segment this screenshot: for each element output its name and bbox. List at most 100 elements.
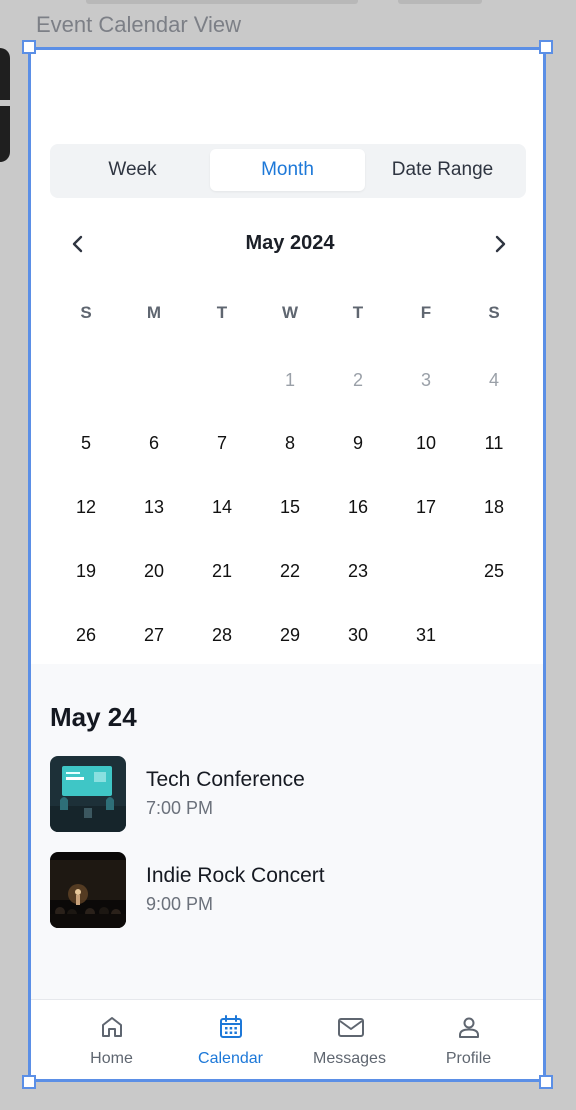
calendar-day-number: 16	[347, 497, 369, 517]
calendar-day-number: 13	[143, 497, 165, 517]
tab-month[interactable]: Month	[210, 149, 365, 191]
calendar-day[interactable]: 1	[256, 360, 324, 400]
calendar-day-number: 1	[284, 370, 295, 390]
weekday-header: M	[146, 303, 162, 322]
weekday-header: F	[420, 303, 432, 322]
calendar-day-number: 23	[347, 561, 369, 581]
calendar-day-number: 18	[483, 497, 505, 517]
user-icon	[459, 1017, 479, 1038]
calendar-day[interactable]: 5	[52, 423, 120, 463]
calendar-day[interactable]: 25	[460, 551, 528, 591]
calendar-day[interactable]: 16	[324, 487, 392, 527]
background-toolbar	[86, 0, 358, 4]
calendar-day-number: 3	[420, 370, 431, 390]
calendar-day-number: 21	[211, 561, 233, 581]
calendar-day-number: 22	[279, 561, 301, 581]
event-time: 7:00 PM	[146, 798, 214, 818]
resize-handle-bottom-left[interactable]	[22, 1075, 36, 1089]
chevron-right-icon	[495, 235, 506, 253]
resize-handle-top-right[interactable]	[539, 40, 553, 54]
calendar-day[interactable]: 18	[460, 487, 528, 527]
calendar-day-number: 31	[415, 625, 437, 645]
concert-thumbnail	[50, 852, 126, 928]
calendar-day-number: 28	[211, 625, 233, 645]
weekday-header: S	[80, 303, 92, 322]
tab-messages[interactable]: Messages	[290, 1000, 409, 1079]
calendar-day[interactable]: 4	[460, 360, 528, 400]
calendar-day[interactable]: 23	[324, 551, 392, 591]
calendar-day[interactable]: 3	[392, 360, 460, 400]
month-label: May 2024	[245, 232, 335, 254]
calendar-day[interactable]: 29	[256, 615, 324, 655]
calendar-day-number: 24	[415, 561, 437, 581]
calendar-day-number: 27	[143, 625, 165, 645]
weekday-header: W	[281, 303, 299, 322]
calendar-day-number: 9	[352, 433, 363, 453]
calendar-day[interactable]: 7	[188, 423, 256, 463]
event-title: Tech Conference	[146, 768, 305, 791]
calendar-day[interactable]: 26	[52, 615, 120, 655]
tab-label: Home	[90, 1050, 133, 1067]
calendar-day-number: 19	[75, 561, 97, 581]
next-month-button[interactable]	[486, 230, 514, 258]
phone-frame[interactable]: Week Month Date Range May 2024 SMTWTFS12…	[28, 47, 546, 1082]
bottom-tab-bar: Home Calendar Messages Profile	[31, 999, 543, 1079]
calendar-day[interactable]: 20	[120, 551, 188, 591]
calendar-day-number: 25	[483, 561, 505, 581]
weekday-header: T	[352, 303, 364, 322]
calendar-day[interactable]: 28	[188, 615, 256, 655]
tab-calendar[interactable]: Calendar	[171, 1000, 290, 1079]
calendar-day[interactable]: 9	[324, 423, 392, 463]
calendar-day-number: 14	[211, 497, 233, 517]
events-panel: May 24 Tech Conference 7:00 PM Indie Roc…	[31, 664, 543, 999]
calendar-day-number: 8	[284, 433, 295, 453]
calendar-icon	[220, 1015, 242, 1038]
calendar-day-number: 12	[75, 497, 97, 517]
calendar-day-number: 11	[484, 433, 504, 453]
event-title: Indie Rock Concert	[146, 864, 325, 887]
home-icon	[102, 1017, 122, 1037]
calendar-day-number: 6	[148, 433, 159, 453]
tab-date-range[interactable]: Date Range	[365, 149, 520, 191]
calendar-day[interactable]: 31	[392, 615, 460, 655]
tab-label: Messages	[313, 1050, 386, 1067]
resize-handle-top-left[interactable]	[22, 40, 36, 54]
calendar-day-number: 30	[347, 625, 369, 645]
calendar-day-number: 15	[279, 497, 301, 517]
conference-thumbnail	[50, 756, 126, 832]
canvas-title: Event Calendar View	[36, 12, 242, 37]
calendar-day-number: 7	[216, 433, 227, 453]
calendar-day-selected[interactable]: 24	[392, 537, 460, 605]
calendar-day-number: 2	[352, 370, 363, 390]
calendar-day[interactable]: 21	[188, 551, 256, 591]
calendar-day[interactable]: 15	[256, 487, 324, 527]
calendar-day[interactable]: 11	[460, 423, 528, 463]
tab-home[interactable]: Home	[52, 1000, 171, 1079]
calendar-day[interactable]: 12	[52, 487, 120, 527]
calendar-day[interactable]: 13	[120, 487, 188, 527]
calendar-day[interactable]: 19	[52, 551, 120, 591]
calendar-day[interactable]: 17	[392, 487, 460, 527]
adjacent-frame-edge	[0, 48, 10, 162]
weekday-header: T	[216, 303, 228, 322]
event-item[interactable]: Indie Rock Concert 9:00 PM	[50, 852, 510, 928]
weekday-header: S	[488, 303, 500, 322]
tab-profile[interactable]: Profile	[409, 1000, 528, 1079]
calendar-day[interactable]: 10	[392, 423, 460, 463]
calendar-day[interactable]: 6	[120, 423, 188, 463]
tab-label: Profile	[445, 1050, 492, 1067]
event-item[interactable]: Tech Conference 7:00 PM	[50, 756, 510, 832]
calendar-day[interactable]: 14	[188, 487, 256, 527]
calendar-day[interactable]: 30	[324, 615, 392, 655]
calendar-day[interactable]: 2	[324, 360, 392, 400]
calendar-day-number: 4	[488, 370, 499, 390]
calendar-day[interactable]: 27	[120, 615, 188, 655]
calendar-day-number: 20	[143, 561, 165, 581]
calendar-day-number: 17	[415, 497, 437, 517]
tab-week[interactable]: Week	[55, 149, 210, 191]
event-time: 9:00 PM	[146, 894, 214, 914]
calendar-day[interactable]: 8	[256, 423, 324, 463]
calendar-day[interactable]: 22	[256, 551, 324, 591]
resize-handle-bottom-right[interactable]	[539, 1075, 553, 1089]
events-date-heading: May 24	[50, 702, 137, 732]
